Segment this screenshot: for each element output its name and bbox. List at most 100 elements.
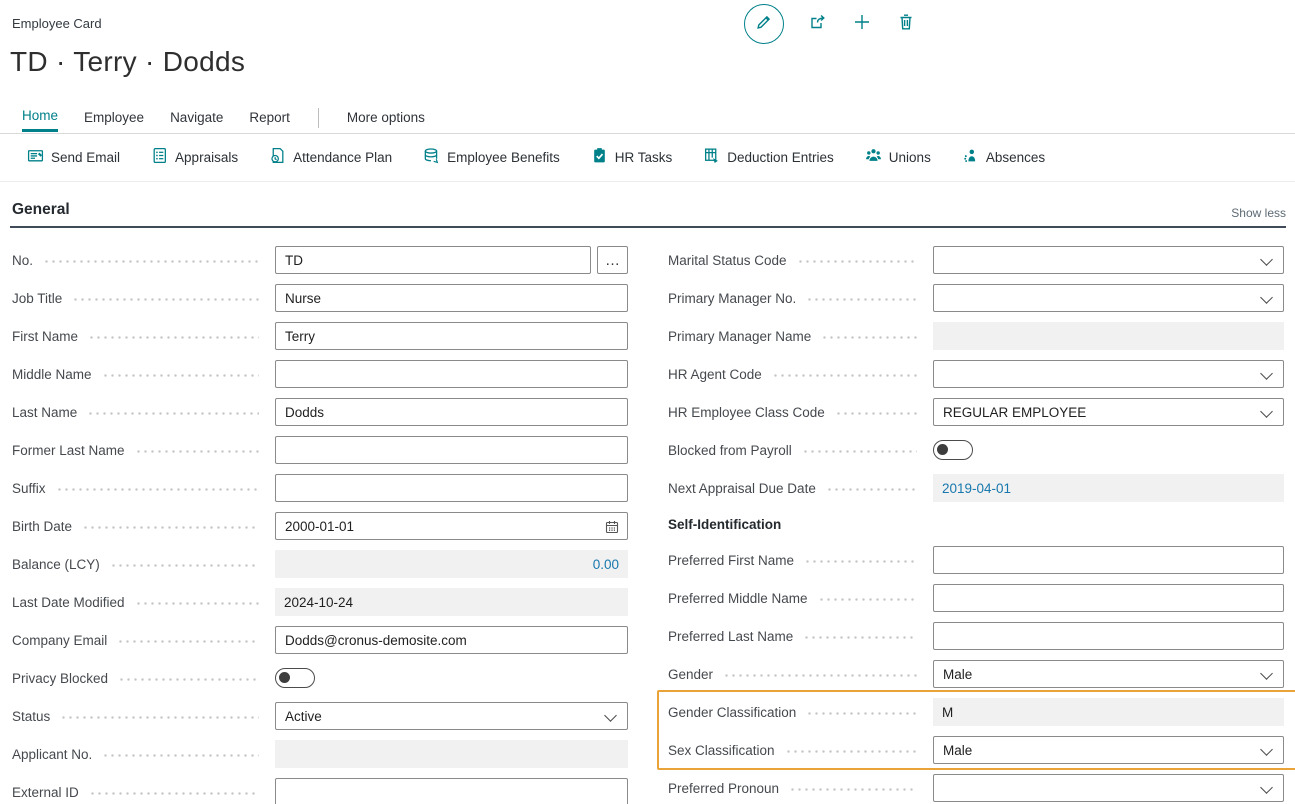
preferred-pronoun-select[interactable] [933, 774, 1284, 802]
dotted-leader [806, 298, 917, 301]
action-unions[interactable]: Unions [865, 147, 931, 167]
field-label: Gender [668, 667, 713, 682]
field-value: REGULAR EMPLOYEE [943, 405, 1086, 420]
company-email-input[interactable]: Dodds@cronus-demosite.com [275, 626, 628, 654]
show-less-link[interactable]: Show less [1231, 206, 1286, 220]
field-label: Former Last Name [12, 443, 125, 458]
deduction-entries-icon [703, 147, 720, 167]
page-title: TD · Terry · Dodds [10, 46, 245, 78]
delete-button[interactable] [896, 12, 916, 37]
field-label-wrap: Next Appraisal Due Date [668, 474, 925, 502]
birth-date-input[interactable]: 2000-01-01 [275, 512, 628, 540]
former-last-name-input[interactable] [275, 436, 628, 464]
no-input[interactable]: TD [275, 246, 591, 274]
field-label-wrap: HR Employee Class Code [668, 398, 925, 426]
edit-button[interactable] [744, 4, 784, 44]
action-hr-tasks[interactable]: HR Tasks [591, 147, 673, 167]
field-label: Company Email [12, 633, 107, 648]
add-button[interactable] [852, 12, 872, 37]
status-select[interactable]: Active [275, 702, 628, 730]
field-row-preferred-pronoun: Preferred Pronoun [668, 774, 1284, 802]
field-label: Balance (LCY) [12, 557, 100, 572]
job-title-input[interactable]: Nurse [275, 284, 628, 312]
field-control-wrap: 0.00 [275, 550, 628, 578]
dotted-leader [56, 488, 259, 491]
field-value: Male [943, 667, 972, 682]
hr-agent-code-select[interactable] [933, 360, 1284, 388]
hr-employee-class-code-select[interactable]: REGULAR EMPLOYEE [933, 398, 1284, 426]
preferred-middle-name-input[interactable] [933, 584, 1284, 612]
field-value: Male [943, 743, 972, 758]
field-label: Birth Date [12, 519, 72, 534]
section-title-general[interactable]: General [12, 201, 70, 219]
chevron-down-icon[interactable] [1260, 667, 1273, 680]
field-control-wrap [933, 622, 1284, 650]
tab-report[interactable]: Report [249, 110, 290, 131]
chevron-down-icon[interactable] [1260, 781, 1273, 794]
field-label-wrap: Suffix [12, 474, 267, 502]
send-email-icon [27, 147, 44, 167]
field-row-job-title: Job TitleNurse [12, 284, 628, 312]
field-control-wrap: 2024-10-24 [275, 588, 628, 616]
attendance-plan-icon [269, 147, 286, 167]
gender-select[interactable]: Male [933, 660, 1284, 688]
dotted-leader [87, 412, 259, 415]
field-label: Last Date Modified [12, 595, 125, 610]
section-underline [10, 226, 1286, 228]
primary-manager-name-readonly-field [933, 322, 1284, 350]
preferred-last-name-input[interactable] [933, 622, 1284, 650]
action-appraisals[interactable]: Appraisals [151, 147, 238, 167]
marital-status-code-select[interactable] [933, 246, 1284, 274]
tab-home[interactable]: Home [22, 108, 58, 132]
privacy-blocked-toggle[interactable] [275, 668, 315, 688]
action-attendance-plan[interactable]: Attendance Plan [269, 147, 392, 167]
chevron-down-icon[interactable] [1260, 253, 1273, 266]
share-button[interactable] [808, 12, 828, 37]
field-value: TD [285, 253, 303, 268]
last-name-input[interactable]: Dodds [275, 398, 628, 426]
field-control-wrap: Terry [275, 322, 628, 350]
sex-classification-select[interactable]: Male [933, 736, 1284, 764]
field-value: Dodds [285, 405, 324, 420]
field-row-last-date-modified: Last Date Modified 2024-10-24 [12, 588, 628, 616]
blocked-from-payroll-toggle[interactable] [933, 440, 973, 460]
field-control-wrap [933, 774, 1284, 802]
field-control-wrap: TD … [275, 246, 628, 274]
tab-navigate[interactable]: Navigate [170, 110, 223, 131]
field-label-wrap: Preferred Pronoun [668, 774, 925, 802]
chevron-down-icon[interactable] [1260, 405, 1273, 418]
tab-more-options[interactable]: More options [347, 110, 425, 131]
chevron-down-icon[interactable] [1260, 291, 1273, 304]
field-control-wrap [275, 740, 628, 768]
field-value: 2000-01-01 [285, 519, 354, 534]
chevron-down-icon[interactable] [604, 709, 617, 722]
dotted-leader [110, 564, 259, 567]
action-send-email[interactable]: Send Email [27, 147, 120, 167]
dotted-leader [118, 678, 259, 681]
action-employee-benefits[interactable]: Employee Benefits [423, 147, 560, 167]
dotted-leader [723, 674, 917, 677]
calendar-icon[interactable] [605, 520, 619, 537]
field-label: HR Employee Class Code [668, 405, 825, 420]
assist-edit-button[interactable]: … [597, 246, 628, 274]
field-row-suffix: Suffix [12, 474, 628, 502]
primary-manager-no-select[interactable] [933, 284, 1284, 312]
field-row-gender: Gender Male [668, 660, 1284, 688]
first-name-input[interactable]: Terry [275, 322, 628, 350]
tab-employee[interactable]: Employee [84, 110, 144, 131]
action-deduction-entries[interactable]: Deduction Entries [703, 147, 834, 167]
field-row-primary-manager-name: Primary Manager Name [668, 322, 1284, 350]
external-id-input[interactable] [275, 778, 628, 804]
chevron-down-icon[interactable] [1260, 367, 1273, 380]
action-absences[interactable]: Absences [962, 147, 1045, 167]
suffix-input[interactable] [275, 474, 628, 502]
preferred-first-name-input[interactable] [933, 546, 1284, 574]
chevron-down-icon[interactable] [1260, 743, 1273, 756]
action-label: Unions [889, 150, 931, 165]
field-row-preferred-first-name: Preferred First Name [668, 546, 1284, 574]
tab-divider [318, 108, 319, 128]
middle-name-input[interactable] [275, 360, 628, 388]
field-label-wrap: External ID [12, 778, 267, 804]
employee-card-page: Employee Card TD · Terry · Dodds [0, 0, 1295, 804]
field-value: Terry [285, 329, 315, 344]
